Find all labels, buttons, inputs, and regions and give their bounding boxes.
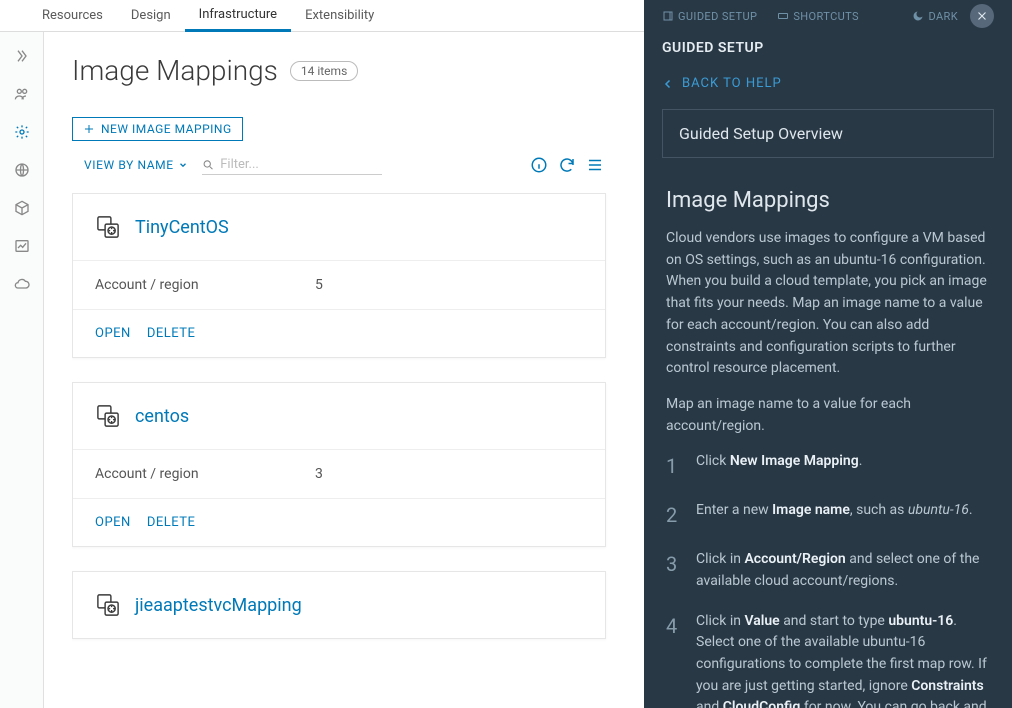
card-title-link[interactable]: TinyCentOS [135, 217, 229, 238]
overview-box[interactable]: Guided Setup Overview [662, 109, 994, 158]
book-icon [662, 10, 674, 22]
help-step: 2 Enter a new Image name, such as ubuntu-… [666, 500, 990, 531]
help-tab-guided-label: GUIDED SETUP [678, 10, 757, 23]
help-intro-2: Map an image name to a value for each ac… [666, 394, 990, 437]
image-icon [95, 403, 121, 429]
expand-rail-icon[interactable] [14, 48, 30, 64]
card-account-row: Account / region3 [73, 449, 605, 498]
users-icon[interactable] [14, 86, 30, 102]
step-text: Click New Image Mapping. [696, 451, 990, 482]
help-intro: Cloud vendors use images to configure a … [666, 228, 990, 380]
delete-button[interactable]: DELETE [147, 515, 196, 530]
sidebar-rail [0, 32, 44, 708]
close-help-button[interactable] [970, 4, 994, 28]
help-tab-guided[interactable]: GUIDED SETUP [662, 10, 757, 23]
help-tab-shortcuts[interactable]: SHORTCUTS [777, 10, 859, 23]
search-icon [202, 158, 215, 172]
account-region-count: 5 [315, 277, 323, 293]
step-number: 2 [666, 500, 684, 531]
delete-button[interactable]: DELETE [147, 326, 196, 341]
tab-design[interactable]: Design [117, 0, 185, 32]
filter-search[interactable] [202, 155, 382, 175]
help-panel: GUIDED SETUP SHORTCUTS DARK GUIDED SETUP… [644, 32, 1012, 708]
moon-icon [912, 10, 924, 22]
step-text: Click in Account/Region and select one o… [696, 549, 990, 592]
chevron-down-icon [178, 160, 188, 170]
refresh-icon[interactable] [558, 156, 576, 174]
plus-icon [83, 123, 95, 135]
image-mapping-card: TinyCentOS Account / region5 OPEN DELETE [72, 193, 606, 358]
keyboard-icon [777, 10, 789, 22]
tab-resources[interactable]: Resources [28, 0, 117, 32]
help-section-title: Image Mappings [666, 184, 990, 218]
item-count-pill: 14 items [290, 61, 358, 81]
close-icon [975, 9, 989, 23]
tab-extensibility[interactable]: Extensibility [291, 0, 388, 32]
help-tab-shortcuts-label: SHORTCUTS [793, 10, 859, 23]
back-to-help-label: BACK TO HELP [682, 76, 782, 91]
help-steps: 1 Click New Image Mapping. 2 Enter a new Im… [666, 451, 990, 708]
back-to-help-link[interactable]: BACK TO HELP [644, 66, 1012, 101]
new-image-mapping-label: NEW IMAGE MAPPING [101, 122, 232, 136]
step-number: 4 [666, 611, 684, 708]
main-content: Image Mappings 14 items NEW IMAGE MAPPIN… [44, 32, 644, 708]
account-region-label: Account / region [95, 466, 315, 482]
info-icon[interactable] [530, 156, 548, 174]
card-account-row: Account / region5 [73, 260, 605, 309]
help-step: 3 Click in Account/Region and select one … [666, 549, 990, 592]
step-number: 3 [666, 549, 684, 592]
view-by-dropdown[interactable]: VIEW BY NAME [84, 158, 188, 172]
page-title: Image Mappings [72, 54, 278, 87]
filter-input[interactable] [220, 157, 381, 172]
globe-icon[interactable] [14, 162, 30, 178]
help-step: 4Click in Value and start to type ubuntu… [666, 611, 990, 708]
step-number: 1 [666, 451, 684, 482]
chevron-left-icon [662, 78, 674, 90]
gear-icon[interactable] [14, 124, 30, 140]
cards-container[interactable]: TinyCentOSAccount / region5OPENDELETEcen… [72, 193, 616, 708]
view-by-label: VIEW BY NAME [84, 158, 174, 172]
image-mapping-card: centos Account / region3 OPEN DELETE [72, 382, 606, 547]
step-text: Click in Value and start to type ubuntu-… [696, 611, 990, 708]
tab-infrastructure[interactable]: Infrastructure [185, 0, 291, 32]
account-region-count: 3 [315, 466, 323, 482]
list-view-icon[interactable] [586, 156, 604, 174]
image-icon [95, 214, 121, 240]
dark-mode-label: DARK [928, 10, 958, 23]
account-region-label: Account / region [95, 277, 315, 293]
card-title-link[interactable]: jieaaptestvcMapping [135, 595, 302, 616]
open-button[interactable]: OPEN [95, 326, 131, 341]
help-step: 1 Click New Image Mapping. [666, 451, 990, 482]
dark-mode-toggle[interactable]: DARK [912, 10, 958, 23]
cloud-icon[interactable] [14, 276, 30, 292]
cube-icon[interactable] [14, 200, 30, 216]
open-button[interactable]: OPEN [95, 515, 131, 530]
guided-setup-title: GUIDED SETUP [644, 32, 1012, 66]
image-mapping-card: jieaaptestvcMapping [72, 571, 606, 639]
step-text: Enter a new Image name, such as ubuntu-1… [696, 500, 990, 531]
image-icon [95, 592, 121, 618]
new-image-mapping-button[interactable]: NEW IMAGE MAPPING [72, 117, 243, 141]
chart-icon[interactable] [14, 238, 30, 254]
card-title-link[interactable]: centos [135, 406, 189, 427]
